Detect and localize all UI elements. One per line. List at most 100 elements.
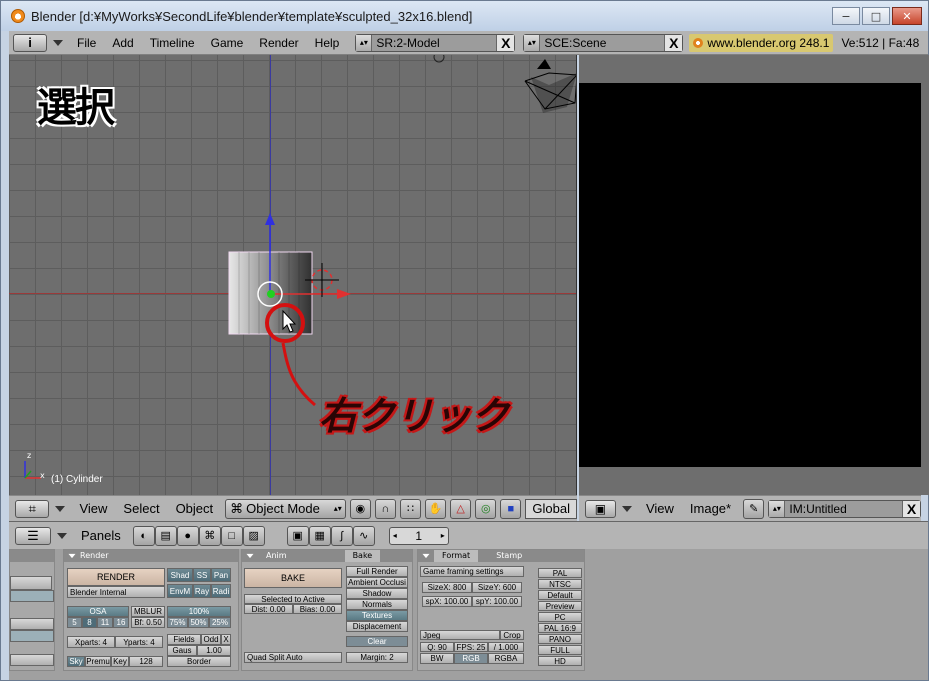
color-depth-selector[interactable]: 128: [129, 656, 163, 667]
image-selector[interactable]: ▴▾ IM:Untitled X: [768, 499, 921, 518]
scene-name[interactable]: SCE:Scene: [540, 36, 664, 50]
bake-shadow[interactable]: Shadow: [346, 588, 408, 599]
3d-viewport[interactable]: z x 選択 右クリック (1) Cylinder: [9, 55, 577, 495]
yparts-field[interactable]: Yparts: 4: [115, 636, 163, 648]
bake-tab[interactable]: Bake: [344, 550, 381, 562]
rotate-button[interactable]: ◎: [475, 498, 497, 519]
sss-toggle[interactable]: SS: [193, 568, 211, 582]
layer-button[interactable]: ∷: [399, 498, 422, 519]
manipulator-hand-button[interactable]: ✋: [425, 498, 447, 519]
bw-toggle[interactable]: BW: [420, 653, 454, 664]
menu-image[interactable]: Image*: [682, 501, 739, 516]
menu-object[interactable]: Object: [168, 501, 222, 516]
bake-displacement[interactable]: Displacement: [346, 621, 408, 632]
anim-subtab[interactable]: ▦: [308, 525, 331, 546]
window-type-button[interactable]: i: [13, 33, 47, 52]
collapse-icon[interactable]: [422, 553, 430, 559]
orientation-selector[interactable]: Global: [525, 498, 577, 519]
maximize-button[interactable]: □: [862, 7, 890, 25]
wave-subtab[interactable]: ∿: [352, 525, 375, 546]
preset-hd[interactable]: HD: [538, 656, 582, 666]
anim-tab[interactable]: Anim: [258, 550, 295, 562]
radiosity-toggle[interactable]: Radi: [211, 584, 231, 598]
gauss-toggle[interactable]: Gaus: [167, 645, 197, 656]
sizex-field[interactable]: SizeX: 800: [422, 582, 472, 593]
updown-arrow-icon[interactable]: ▴▾: [356, 34, 373, 51]
unlink-image-button[interactable]: X: [902, 500, 920, 517]
premul-toggle[interactable]: Premu: [85, 656, 111, 667]
collapse-menu-icon[interactable]: [55, 505, 66, 512]
game-framing-button[interactable]: Game framing settings: [420, 566, 524, 577]
x-toggle[interactable]: X: [221, 634, 231, 645]
fps-field[interactable]: FPS: 25: [454, 642, 488, 652]
bake-ambient-occlusion[interactable]: Ambient Occlusi: [346, 577, 408, 588]
bake-textures[interactable]: Textures: [346, 610, 408, 621]
aspx-field[interactable]: spX: 100.00: [422, 596, 472, 607]
collapse-icon[interactable]: [246, 553, 254, 559]
menu-game[interactable]: Game: [203, 36, 252, 50]
osa-11-button[interactable]: 11: [97, 617, 113, 628]
close-button[interactable]: ✕: [892, 7, 922, 25]
frame-field[interactable]: ◂ 1 ▸: [388, 526, 449, 545]
filter-size-field[interactable]: 1.00: [197, 645, 231, 656]
stamp-tab[interactable]: Stamp: [488, 550, 530, 562]
stub-field-4[interactable]: [10, 630, 54, 642]
menu-select[interactable]: Select: [115, 501, 167, 516]
fps-base-field[interactable]: / 1.000: [488, 642, 524, 652]
osa-16-button[interactable]: 16: [113, 617, 129, 628]
rgb-toggle[interactable]: RGB: [454, 653, 488, 664]
translate-button[interactable]: △: [450, 498, 472, 519]
selected-to-active-toggle[interactable]: Selected to Active: [244, 594, 342, 604]
margin-field[interactable]: Margin: 2: [346, 652, 408, 663]
delete-scene-button[interactable]: X: [664, 34, 683, 51]
osa-5-button[interactable]: 5: [67, 617, 82, 628]
stub-field-5[interactable]: [10, 654, 54, 666]
crop-toggle[interactable]: Crop: [500, 630, 524, 640]
stub-field-2[interactable]: [10, 590, 54, 602]
collapse-icon[interactable]: [68, 553, 76, 559]
xparts-field[interactable]: Xparts: 4: [67, 636, 115, 648]
preset-pc[interactable]: PC: [538, 612, 582, 622]
pin-button[interactable]: ✎: [743, 498, 765, 519]
bias-field[interactable]: Bias: 0.00: [293, 604, 342, 614]
blender-url[interactable]: www.blender.org 248.1: [689, 33, 834, 52]
image-editor-view[interactable]: [579, 55, 921, 495]
decrement-icon[interactable]: ◂: [390, 531, 400, 540]
preset-pal[interactable]: PAL: [538, 568, 582, 578]
bake-full-render[interactable]: Full Render: [346, 566, 408, 577]
frame-number[interactable]: 1: [400, 529, 438, 543]
format-tab[interactable]: Format: [434, 550, 479, 562]
screen-name[interactable]: SR:2-Model: [372, 36, 496, 50]
preset-ntsc[interactable]: NTSC: [538, 579, 582, 589]
scene-selector[interactable]: ▴▾ SCE:Scene X: [523, 33, 684, 52]
size-75-button[interactable]: 75%: [167, 617, 188, 628]
preset-preview[interactable]: Preview: [538, 601, 582, 611]
clear-toggle[interactable]: Clear: [346, 636, 408, 647]
collapse-menu-icon[interactable]: [53, 39, 63, 46]
osa-toggle[interactable]: OSA: [67, 606, 129, 617]
object-tab[interactable]: ⌘: [198, 525, 221, 546]
updown-arrow-icon[interactable]: ▴▾: [524, 34, 541, 51]
render-tab[interactable]: Render: [80, 550, 116, 562]
file-format-selector[interactable]: Jpeg: [420, 630, 500, 640]
osa-8-button[interactable]: 8: [82, 617, 97, 628]
menu-render[interactable]: Render: [251, 36, 306, 50]
size-100-toggle[interactable]: 100%: [167, 606, 231, 617]
draw-type-button[interactable]: ◉: [349, 498, 371, 519]
logic-tab[interactable]: ◐: [132, 525, 155, 546]
pano-toggle[interactable]: Pan: [211, 568, 231, 582]
size-50-button[interactable]: 50%: [188, 617, 209, 628]
stub-field-1[interactable]: [10, 576, 52, 590]
sizey-field[interactable]: SizeY: 600: [472, 582, 522, 593]
aspy-field[interactable]: spY: 100.00: [472, 596, 522, 607]
script-tab[interactable]: ▤: [154, 525, 177, 546]
border-toggle[interactable]: Border: [167, 656, 231, 667]
size-25-button[interactable]: 25%: [209, 617, 231, 628]
menu-add[interactable]: Add: [104, 36, 141, 50]
menu-file[interactable]: File: [69, 36, 104, 50]
editing-tab[interactable]: □: [220, 525, 243, 546]
editor-type-button[interactable]: ▣: [585, 499, 616, 518]
render-subtab[interactable]: ▣: [286, 525, 309, 546]
editor-type-button[interactable]: ☰: [15, 526, 51, 545]
menu-view[interactable]: View: [638, 501, 682, 516]
